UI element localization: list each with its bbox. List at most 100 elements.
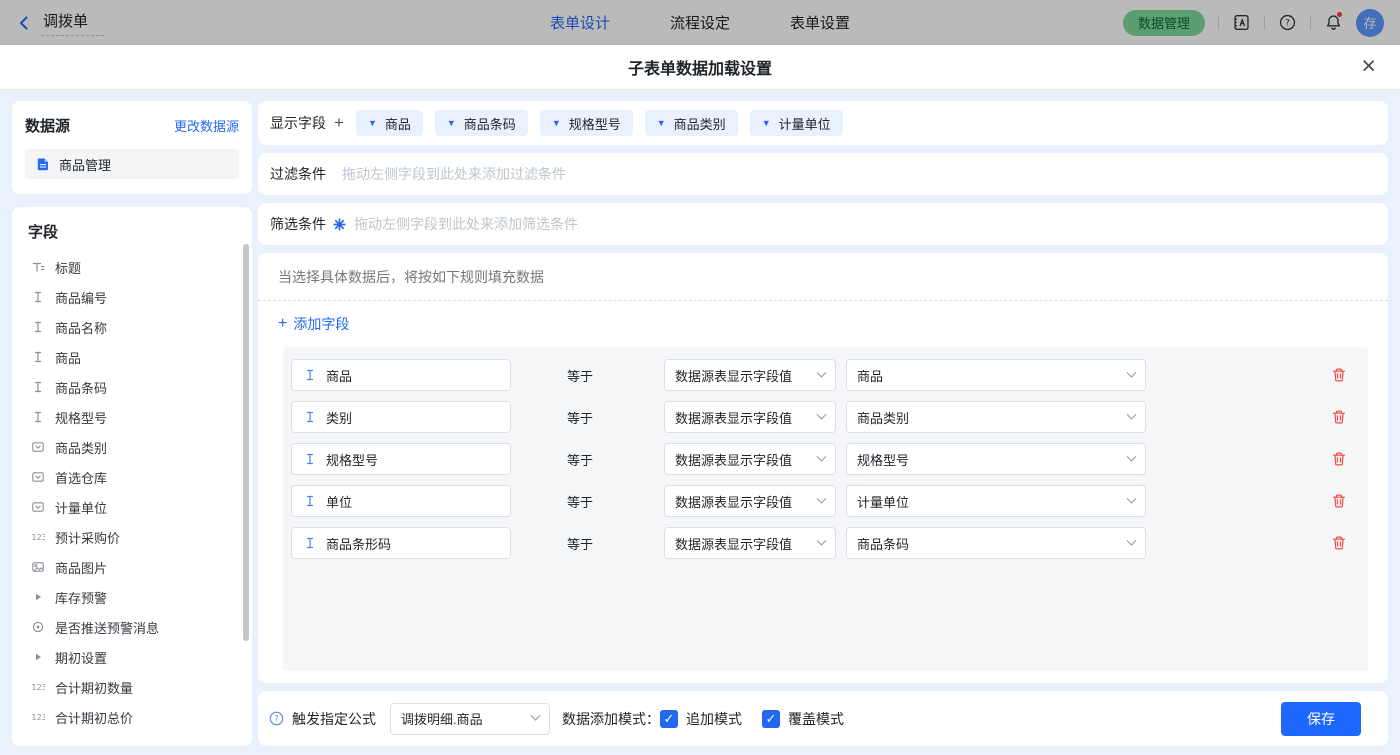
display-fields-label: 显示字段 [270,115,326,131]
field-item[interactable]: 商品编号 [12,282,252,312]
field-item[interactable]: 标题 [12,252,252,282]
change-datasource-link[interactable]: 更改数据源 [174,116,239,135]
display-field-tag[interactable]: ▼ 计量单位 [749,110,843,136]
avatar[interactable]: 存 [1356,8,1384,37]
topbar-tab-3[interactable]: 表单设置 [790,12,850,33]
title-icon [30,260,46,274]
rule-value: 规格型号 [857,452,910,468]
tag-label: 商品条码 [463,116,516,132]
trash-icon[interactable] [1331,493,1347,509]
help-icon[interactable]: ? [1278,13,1297,32]
rules-panel: 商品 等于 数据源表显示字段值 商品 类别 等于 数据源表显示字段值 商品类别 规格型号 等于 数据… [283,347,1368,671]
field-item[interactable]: 商品条码 [12,372,252,402]
field-item-label: 商品 [55,350,82,366]
rule-source-value: 数据源表显示字段值 [675,536,793,552]
fields-card: 字段 标题 商品编号 商品名称 商品 商品条码 规格型号 商品类别 首选仓库 计量单位 123 预计… [12,207,252,746]
rule-source-select[interactable]: 数据源表显示字段值 [664,485,836,517]
datasource-item[interactable]: 商品管理 [25,149,239,179]
rule-operator: 等于 [567,536,594,552]
field-list: 标题 商品编号 商品名称 商品 商品条码 规格型号 商品类别 首选仓库 计量单位 123 预计采购价… [12,252,252,732]
field-item[interactable]: 123 预计采购价 [12,522,252,552]
field-item-label: 计量单位 [55,500,108,516]
rule-field-box[interactable]: 商品条形码 [291,527,511,559]
topbar-tab-1[interactable]: 表单设计 [550,12,610,33]
rule-source-select[interactable]: 数据源表显示字段值 [664,401,836,433]
notification-bell-icon[interactable] [1324,11,1343,32]
checkbox-checked-icon[interactable]: ✓ [660,709,678,728]
display-field-tag[interactable]: ▼ 商品 [355,110,423,136]
fields-title: 字段 [28,224,59,241]
field-item-label: 是否推送预警消息 [55,620,160,636]
gear-icon[interactable] [333,217,346,231]
plus-icon[interactable]: + [334,113,344,133]
scrollbar-thumb[interactable] [243,244,249,641]
rule-operator: 等于 [567,368,594,384]
mode-checkbox[interactable]: ✓ 追加模式 [660,709,742,729]
text-icon [303,452,317,466]
rule-field-box[interactable]: 规格型号 [291,443,511,475]
trash-icon[interactable] [1331,409,1347,425]
help-circle-icon[interactable]: ? [268,710,285,727]
rule-value-select[interactable]: 商品 [846,359,1146,391]
rule-value: 商品类别 [857,410,910,426]
display-field-tag[interactable]: ▼ 商品类别 [644,110,738,136]
mode-checkbox[interactable]: ✓ 覆盖模式 [762,709,844,729]
document-icon [35,157,51,171]
rule-source-select[interactable]: 数据源表显示字段值 [664,443,836,475]
field-item[interactable]: 商品图片 [12,552,252,582]
back-icon[interactable] [16,15,32,31]
field-item[interactable]: 规格型号 [12,402,252,432]
field-item-label: 预计采购价 [55,530,121,546]
topbar-tab-2[interactable]: 流程设定 [670,12,730,33]
rule-field-box[interactable]: 类别 [291,401,511,433]
trash-icon[interactable] [1331,451,1347,467]
text-icon [303,368,317,382]
dictionary-icon[interactable] [1232,13,1251,32]
filter-drop-zone[interactable]: 过滤条件 拖动左侧字段到此处来添加过滤条件 [258,153,1388,195]
display-field-tag[interactable]: ▼ 商品条码 [434,110,528,136]
field-item[interactable]: 是否推送预警消息 [12,612,252,642]
select-icon [30,440,46,454]
rule-value-select[interactable]: 商品类别 [846,401,1146,433]
fill-rules-card: 当选择具体数据后，将按如下规则填充数据 + 添加字段 商品 等于 数据源表显示字段值… [258,253,1388,683]
field-item[interactable]: 123 合计期初总价 [12,702,252,732]
field-item[interactable]: 期初设置 [12,642,252,672]
left-sidebar: 数据源 更改数据源 商品管理 字段 标题 商品编号 商品名称 商品 商品条码 规格型号 商品… [12,101,252,746]
rule-value-select[interactable]: 规格型号 [846,443,1146,475]
field-item[interactable]: 计量单位 [12,492,252,522]
form-name[interactable]: 调拨单 [41,10,105,36]
trash-icon[interactable] [1331,367,1347,383]
rule-field-box[interactable]: 单位 [291,485,511,517]
screen-drop-zone[interactable]: 筛选条件 拖动左侧字段到此处来添加筛选条件 [258,203,1388,245]
field-item[interactable]: 库存预警 [12,582,252,612]
add-field-button[interactable]: + 添加字段 [278,314,1388,334]
number-icon: 123 [30,710,46,724]
data-manage-button[interactable]: 数据管理 [1122,9,1205,36]
rule-row: 商品条形码 等于 数据源表显示字段值 商品条码 [291,527,1368,559]
close-icon[interactable]: × [1361,54,1376,79]
field-item[interactable]: 商品类别 [12,432,252,462]
field-item[interactable]: 商品名称 [12,312,252,342]
add-field-label: 添加字段 [293,316,350,332]
text-icon [303,494,317,508]
save-button[interactable]: 保存 [1281,701,1361,736]
rule-value-select[interactable]: 计量单位 [846,485,1146,517]
chevron-down-icon [816,493,827,504]
caret-down-icon: ▼ [367,117,377,128]
subform-data-load-modal: 子表单数据加载设置 × 数据源 更改数据源 商品管理 字段 标题 商品编号 商品… [0,45,1400,755]
display-field-tag[interactable]: ▼ 规格型号 [539,110,633,136]
rule-value-select[interactable]: 商品条码 [846,527,1146,559]
field-item[interactable]: 首选仓库 [12,462,252,492]
checkbox-checked-icon[interactable]: ✓ [762,709,780,728]
rule-source-select[interactable]: 数据源表显示字段值 [664,359,836,391]
rule-source-select[interactable]: 数据源表显示字段值 [664,527,836,559]
modes: ✓ 追加模式 ✓ 覆盖模式 [660,709,844,729]
field-item[interactable]: 商品 [12,342,252,372]
tag-label: 规格型号 [568,116,621,132]
field-item[interactable]: 123 合计期初数量 [12,672,252,702]
formula-label: 触发指定公式 [292,710,376,727]
plus-icon: + [278,315,288,332]
formula-select[interactable]: 调拨明细.商品 [390,702,550,735]
rule-field-box[interactable]: 商品 [291,359,511,391]
trash-icon[interactable] [1331,535,1347,551]
